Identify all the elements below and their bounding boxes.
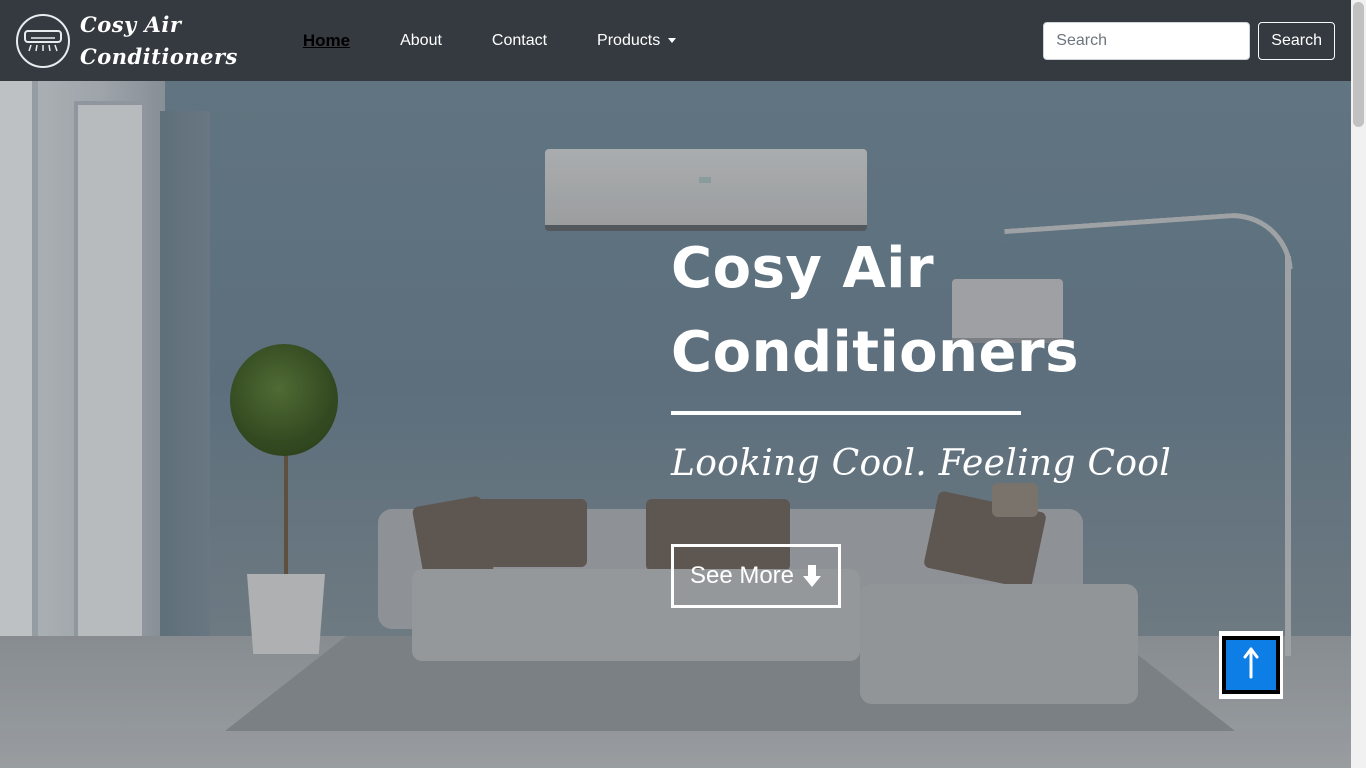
- search-input[interactable]: [1043, 22, 1251, 60]
- scrollbar-thumb[interactable]: [1353, 2, 1364, 127]
- back-to-top-button[interactable]: [1219, 631, 1283, 699]
- nav-products-label: Products: [597, 31, 661, 49]
- hero-tagline: Looking Cool. Feeling Cool: [671, 443, 1172, 484]
- arrow-down-icon: [802, 564, 822, 588]
- navbar: Cosy Air Conditioners Home About Contact…: [0, 0, 1351, 81]
- hero-content: Cosy Air Conditioners Looking Cool. Feel…: [671, 227, 1271, 484]
- hero-title: Cosy Air Conditioners: [671, 236, 1079, 385]
- arrow-up-icon: [1243, 647, 1259, 683]
- brand[interactable]: Cosy Air Conditioners: [16, 9, 238, 73]
- brand-name: Cosy Air Conditioners: [80, 9, 238, 73]
- nav-home[interactable]: Home: [303, 31, 350, 51]
- caret-down-icon: [668, 38, 677, 43]
- back-to-top-inner: [1222, 636, 1280, 694]
- search-form: Search: [1043, 22, 1335, 60]
- see-more-label: See More: [689, 562, 795, 589]
- see-more-button[interactable]: See More: [671, 544, 841, 608]
- nav-about[interactable]: About: [400, 32, 442, 50]
- nav-contact[interactable]: Contact: [492, 32, 547, 50]
- brand-line-2: Conditioners: [80, 43, 238, 69]
- nav-links: Home About Contact Products: [278, 31, 701, 51]
- hero-divider: [671, 411, 1021, 415]
- page-scrollbar[interactable]: [1351, 0, 1366, 768]
- nav-products-dropdown[interactable]: Products: [597, 31, 677, 50]
- hero-section: Cosy Air Conditioners Looking Cool. Feel…: [0, 81, 1351, 768]
- brand-line-1: Cosy Air: [80, 11, 182, 37]
- search-button[interactable]: Search: [1258, 22, 1335, 60]
- air-conditioner-icon: [16, 13, 70, 68]
